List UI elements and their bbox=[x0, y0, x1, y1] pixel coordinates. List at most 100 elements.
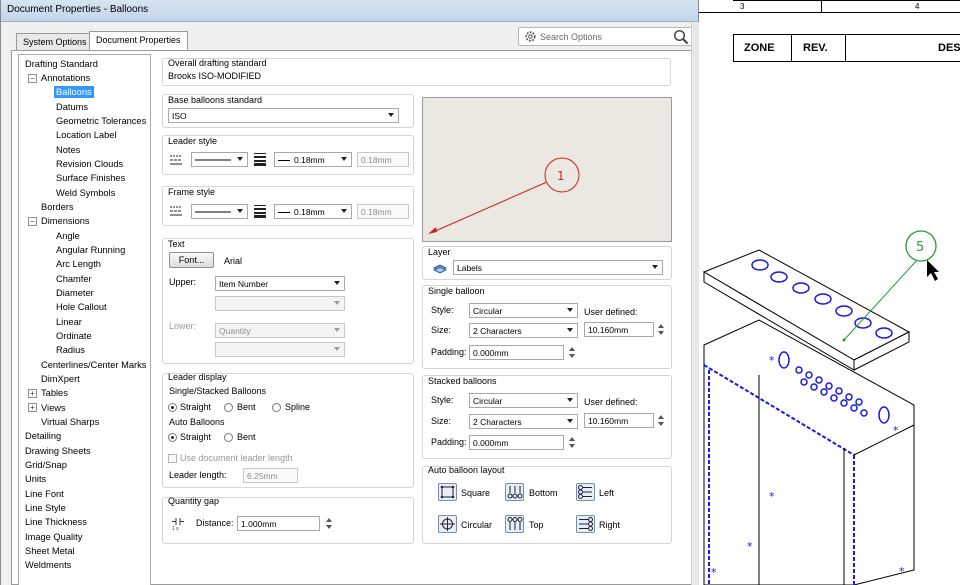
frame-thickness-select[interactable]: 0.18mm bbox=[274, 204, 352, 219]
tree-item-sheet-metal[interactable]: Sheet Metal bbox=[25, 545, 75, 557]
single-spline-radio[interactable] bbox=[272, 403, 281, 412]
tree-item-weld-symbols[interactable]: Weld Symbols bbox=[56, 187, 115, 199]
single-padding-spinner[interactable] bbox=[567, 345, 577, 360]
zone-column-3: 3 bbox=[740, 2, 745, 11]
font-name: Arial bbox=[224, 256, 243, 266]
upper-secondary-select[interactable] bbox=[215, 296, 345, 311]
tree-item-dimxpert[interactable]: DimXpert bbox=[41, 373, 80, 385]
tree-item-drawing-sheets[interactable]: Drawing Sheets bbox=[25, 445, 91, 457]
tree-item-geometric-tolerances[interactable]: Geometric Tolerances bbox=[56, 115, 146, 127]
stacked-padding-field[interactable]: 0.000mm bbox=[469, 435, 564, 450]
collapse-icon[interactable]: − bbox=[28, 74, 37, 83]
tree-item-angle[interactable]: Angle bbox=[56, 230, 80, 242]
cabinet-model[interactable]: * * * * * * 5 bbox=[699, 220, 960, 585]
distance-spinner[interactable] bbox=[324, 516, 334, 531]
base-standard-select[interactable]: ISO bbox=[168, 108, 399, 123]
use-doc-leader-length-checkbox[interactable] bbox=[168, 454, 177, 463]
stacked-user-defined-field[interactable]: 10.160mm bbox=[584, 413, 654, 428]
search-icon[interactable] bbox=[673, 29, 689, 45]
single-size-select[interactable]: 2 Characters bbox=[469, 323, 578, 338]
tree-item-line-font[interactable]: Line Font bbox=[25, 488, 64, 500]
layout-top-icon[interactable] bbox=[505, 515, 524, 533]
tree-item-angular-running[interactable]: Angular Running bbox=[56, 244, 125, 256]
frame-line-style-select[interactable] bbox=[191, 204, 248, 219]
stacked-style-select[interactable]: Circular bbox=[469, 393, 578, 408]
leader-line-style-select[interactable] bbox=[191, 152, 248, 167]
leader-style-label: Leader style bbox=[168, 136, 218, 146]
stacked-style-label: Style: bbox=[431, 395, 454, 405]
tree-item-notes[interactable]: Notes bbox=[56, 144, 80, 156]
single-straight-radio[interactable] bbox=[168, 403, 177, 412]
leader-display-group: Leader display Single/Stacked Balloons S… bbox=[162, 372, 414, 488]
single-balloon-group: Single balloon Style: Circular User defi… bbox=[422, 285, 672, 369]
use-doc-leader-length-label: Use document leader length bbox=[180, 453, 293, 463]
single-user-defined-field[interactable]: 10.160mm bbox=[584, 322, 654, 337]
auto-bent-radio[interactable] bbox=[224, 433, 233, 442]
tree-item-views[interactable]: Views bbox=[41, 402, 66, 414]
tree-item-linear[interactable]: Linear bbox=[56, 316, 82, 328]
expand-icon[interactable]: + bbox=[28, 403, 37, 412]
layout-square-icon[interactable] bbox=[438, 483, 457, 501]
tree-item-ordinate[interactable]: Ordinate bbox=[56, 330, 92, 342]
single-style-select[interactable]: Circular bbox=[469, 303, 578, 318]
layout-bottom-icon[interactable] bbox=[505, 483, 524, 501]
tree-item-dimensions[interactable]: Dimensions bbox=[41, 215, 90, 227]
single-padding-field[interactable]: 0.000mm bbox=[469, 345, 564, 360]
tab-system-options[interactable]: System Options bbox=[16, 33, 94, 50]
tree-item-radius[interactable]: Radius bbox=[56, 344, 85, 356]
tree-item-units[interactable]: Units bbox=[25, 473, 46, 485]
leader-thickness-select[interactable]: 0.18mm bbox=[274, 152, 352, 167]
font-button[interactable]: Font... bbox=[169, 252, 214, 268]
leader-custom-thickness-field[interactable]: 0.18mm bbox=[357, 152, 409, 167]
tree-item-image-quality[interactable]: Image Quality bbox=[25, 531, 82, 543]
tree-item-tables[interactable]: Tables bbox=[41, 387, 68, 399]
overall-standard-label: Overall drafting standard bbox=[168, 58, 267, 68]
frame-custom-thickness-field[interactable]: 0.18mm bbox=[357, 204, 409, 219]
tab-document-properties[interactable]: Document Properties bbox=[89, 31, 188, 50]
dialog-scrollbar[interactable] bbox=[691, 22, 699, 585]
tree-item-revision-clouds[interactable]: Revision Clouds bbox=[56, 158, 123, 170]
tree-item-centerlines[interactable]: Centerlines/Center Marks bbox=[41, 359, 146, 371]
leader-length-field[interactable]: 6.25mm bbox=[243, 468, 298, 483]
tree-item-diameter[interactable]: Diameter bbox=[56, 287, 94, 299]
tree-item-line-thickness[interactable]: Line Thickness bbox=[25, 516, 87, 528]
collapse-icon[interactable]: − bbox=[28, 217, 37, 226]
lower-secondary-select[interactable] bbox=[215, 342, 345, 357]
tree-item-borders[interactable]: Borders bbox=[41, 201, 74, 213]
layout-left-icon[interactable] bbox=[576, 483, 595, 501]
tree-item-arc-length[interactable]: Arc Length bbox=[56, 258, 101, 270]
base-standard-label: Base balloons standard bbox=[168, 95, 263, 105]
tree-item-datums[interactable]: Datums bbox=[56, 101, 88, 113]
stacked-user-defined-spinner[interactable] bbox=[656, 413, 666, 428]
tree-item-weldments[interactable]: Weldments bbox=[25, 559, 71, 571]
tree-item-balloons[interactable]: Balloons bbox=[54, 86, 94, 98]
distance-field[interactable]: 1.000mm bbox=[237, 516, 320, 531]
auto-straight-radio[interactable] bbox=[168, 433, 177, 442]
single-user-defined-spinner[interactable] bbox=[656, 322, 666, 337]
lower-text-select[interactable]: Quantity bbox=[215, 323, 345, 338]
layout-circular-icon[interactable] bbox=[438, 515, 457, 533]
search-options-field[interactable]: Search Options bbox=[518, 27, 693, 46]
upper-text-select[interactable]: Item Number bbox=[215, 276, 345, 291]
single-bent-radio[interactable] bbox=[224, 403, 233, 412]
options-tree[interactable]: Drafting Standard − Annotations Balloons… bbox=[18, 54, 151, 585]
tree-item-location-label[interactable]: Location Label bbox=[56, 129, 116, 141]
layer-select[interactable]: Labels bbox=[453, 260, 663, 275]
stacked-size-select[interactable]: 2 Characters bbox=[469, 414, 578, 429]
distance-label: Distance: bbox=[196, 518, 234, 528]
window-title: Document Properties - Balloons bbox=[1, 0, 698, 22]
tree-item-drafting-standard[interactable]: Drafting Standard bbox=[25, 58, 98, 70]
text-group-label: Text bbox=[168, 239, 185, 249]
layout-top-label: Top bbox=[529, 520, 544, 530]
tree-item-hole-callout[interactable]: Hole Callout bbox=[56, 301, 107, 313]
tree-item-line-style[interactable]: Line Style bbox=[25, 502, 66, 514]
stacked-padding-spinner[interactable] bbox=[567, 435, 577, 450]
tree-item-detailing[interactable]: Detailing bbox=[25, 430, 61, 442]
layout-right-icon[interactable] bbox=[576, 515, 595, 533]
tree-item-annotations[interactable]: Annotations bbox=[41, 72, 90, 84]
tree-item-virtual-sharps[interactable]: Virtual Sharps bbox=[41, 416, 99, 428]
tree-item-grid-snap[interactable]: Grid/Snap bbox=[25, 459, 67, 471]
expand-icon[interactable]: + bbox=[28, 389, 37, 398]
tree-item-chamfer[interactable]: Chamfer bbox=[56, 273, 92, 285]
tree-item-surface-finishes[interactable]: Surface Finishes bbox=[56, 172, 125, 184]
